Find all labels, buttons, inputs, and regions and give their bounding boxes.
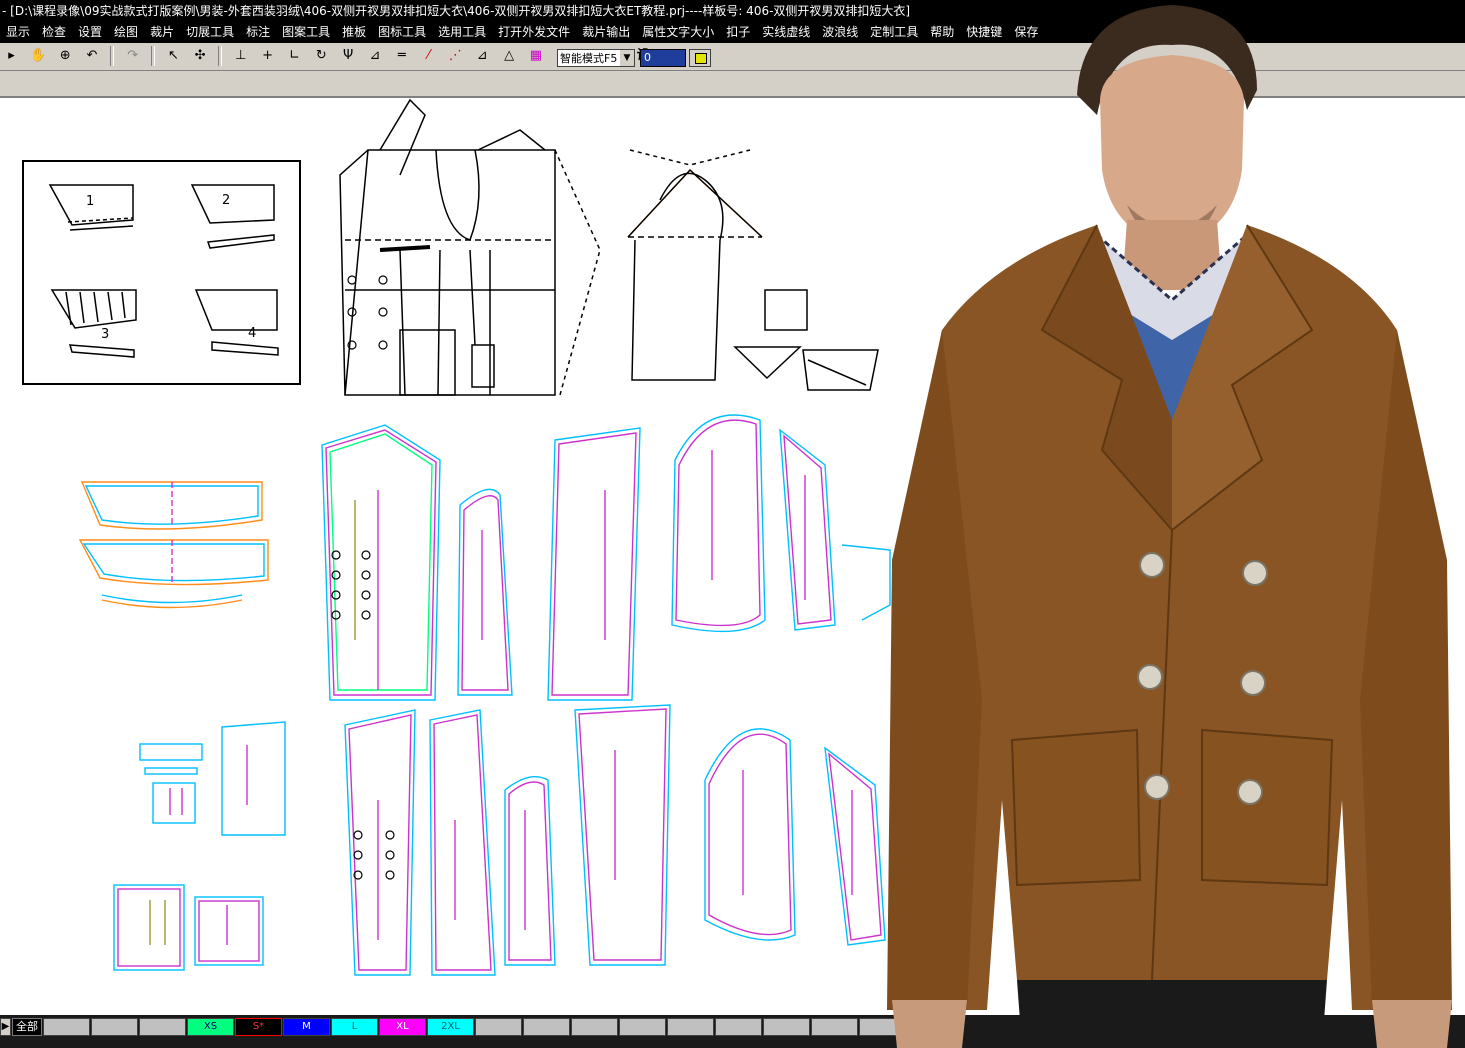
graded-pieces	[78, 414, 891, 976]
menu-open-external-file[interactable]: 打开外发文件	[492, 22, 576, 43]
right-hand	[1372, 1000, 1452, 1048]
redo-icon[interactable]: ↷	[123, 46, 142, 66]
front-panel-piece	[321, 424, 441, 701]
menu-selection-tools[interactable]: 选用工具	[432, 22, 492, 43]
toolbar-separator	[110, 46, 115, 66]
parallel-icon[interactable]: ═	[392, 46, 411, 66]
size-l-button[interactable]: L	[331, 1018, 378, 1036]
hand-pan-icon[interactable]: ✋	[29, 46, 48, 66]
menu-attribute-text-size[interactable]: 属性文字大小	[636, 22, 720, 43]
size-slot-empty[interactable]	[571, 1018, 618, 1036]
mirror-icon[interactable]: Ψ	[339, 46, 358, 66]
mode-select-value: 智能模式F5	[560, 52, 618, 65]
size-s-button[interactable]: S*	[235, 1018, 282, 1036]
menu-slash-spread-tools[interactable]: 切展工具	[180, 22, 240, 43]
size-slot-empty[interactable]	[139, 1018, 186, 1036]
size-m-button[interactable]: M	[283, 1018, 330, 1036]
mode-select[interactable]: 智能模式F5 ▼	[557, 49, 635, 67]
menu-pattern-tools[interactable]: 图案工具	[276, 22, 336, 43]
size-slot-empty[interactable]	[619, 1018, 666, 1036]
color-confirm-button[interactable]	[689, 49, 711, 67]
menu-grading[interactable]: 推板	[336, 22, 372, 43]
menu-display[interactable]: 显示	[0, 22, 36, 43]
left-hand	[892, 1000, 967, 1048]
collar-label-3: 3	[101, 327, 109, 342]
triangle-measure-icon[interactable]: △	[500, 46, 519, 66]
trousers	[1017, 980, 1327, 1048]
graded-collars	[78, 481, 269, 609]
menu-annotate[interactable]: 标注	[240, 22, 276, 43]
size-slot-empty[interactable]	[91, 1018, 138, 1036]
chevron-down-icon[interactable]: ▼	[620, 50, 634, 66]
top-sleeve-piece	[671, 414, 766, 633]
collar-label-2: 2	[222, 193, 230, 208]
menu-solid-dashed-line[interactable]: 实线虚线	[756, 22, 816, 43]
tangent-icon[interactable]: ⊿	[365, 46, 384, 66]
select-cursor-icon[interactable]: ↖	[164, 46, 183, 66]
menu-piece-output[interactable]: 裁片输出	[576, 22, 636, 43]
color-palette-icon[interactable]: ▦	[526, 46, 545, 66]
plus-point-icon[interactable]: +	[258, 46, 277, 66]
number-input[interactable]: 0	[640, 49, 686, 67]
menu-check[interactable]: 检查	[36, 22, 72, 43]
right-pocket	[1201, 728, 1334, 887]
menu-buttons[interactable]: 扣子	[720, 22, 756, 43]
dart-icon[interactable]: ⋰	[446, 46, 465, 66]
size-slot-empty[interactable]	[667, 1018, 714, 1036]
window-title: - [D:\课程录像\09实战款式打版案例\男装-外套西装羽绒\406-双侧开衩…	[2, 4, 911, 18]
play-arrow-icon[interactable]: ▶	[0, 1018, 11, 1036]
arrow-icon[interactable]: ▸	[2, 46, 21, 66]
body-draft	[339, 98, 601, 396]
collar-label-4: 4	[248, 326, 256, 341]
size-slot-empty[interactable]	[43, 1018, 90, 1036]
body-draft-buttons	[347, 275, 388, 350]
menu-wavy-line[interactable]: 波浪线	[816, 22, 864, 43]
size-xs-button[interactable]: XS	[187, 1018, 234, 1036]
pleat-icon[interactable]: ⊿	[473, 46, 492, 66]
swatch-icon	[695, 53, 707, 64]
undo-icon[interactable]: ↶	[82, 46, 101, 66]
line-tool-icon[interactable]: ⊥	[231, 46, 250, 66]
back-panel-piece	[547, 427, 641, 701]
toolbar-separator	[218, 46, 223, 66]
menu-icon-tools[interactable]: 图标工具	[372, 22, 432, 43]
size-xl-button[interactable]: XL	[379, 1018, 426, 1036]
size-all-button[interactable]: 全部	[12, 1018, 42, 1036]
menu-pieces[interactable]: 裁片	[144, 22, 180, 43]
cut-line-icon[interactable]: ⁄	[419, 46, 438, 66]
left-pocket	[1010, 728, 1142, 887]
size-slot-empty[interactable]	[811, 1018, 858, 1036]
model-coat-photo	[887, 5, 1452, 1048]
size-slot-empty[interactable]	[715, 1018, 762, 1036]
menu-settings[interactable]: 设置	[72, 22, 108, 43]
button-marks	[331, 550, 395, 880]
graded-pieces-row2	[344, 544, 891, 976]
size-2xl-button[interactable]: 2XL	[427, 1018, 474, 1036]
toolbar-separator	[150, 46, 155, 66]
rotate-icon[interactable]: ↻	[312, 46, 331, 66]
side-panel-piece	[457, 488, 513, 696]
size-slot-empty[interactable]	[763, 1018, 810, 1036]
move-point-icon[interactable]: ✣	[191, 46, 210, 66]
angle-icon[interactable]: ∟	[285, 46, 304, 66]
zoom-icon[interactable]: ⊕	[56, 46, 75, 66]
collar-variants-box	[22, 160, 301, 385]
under-sleeve-piece	[779, 428, 836, 631]
collar-label-1: 1	[86, 194, 94, 209]
sleeve-draft	[627, 149, 879, 391]
menu-draw[interactable]: 绘图	[108, 22, 144, 43]
size-bar: ▶ 全部 XS S* M L XL 2XL	[0, 1018, 955, 1036]
face-shape	[1100, 55, 1244, 245]
size-slot-empty[interactable]	[523, 1018, 570, 1036]
small-pieces-row2	[113, 721, 286, 971]
size-slot-empty[interactable]	[475, 1018, 522, 1036]
